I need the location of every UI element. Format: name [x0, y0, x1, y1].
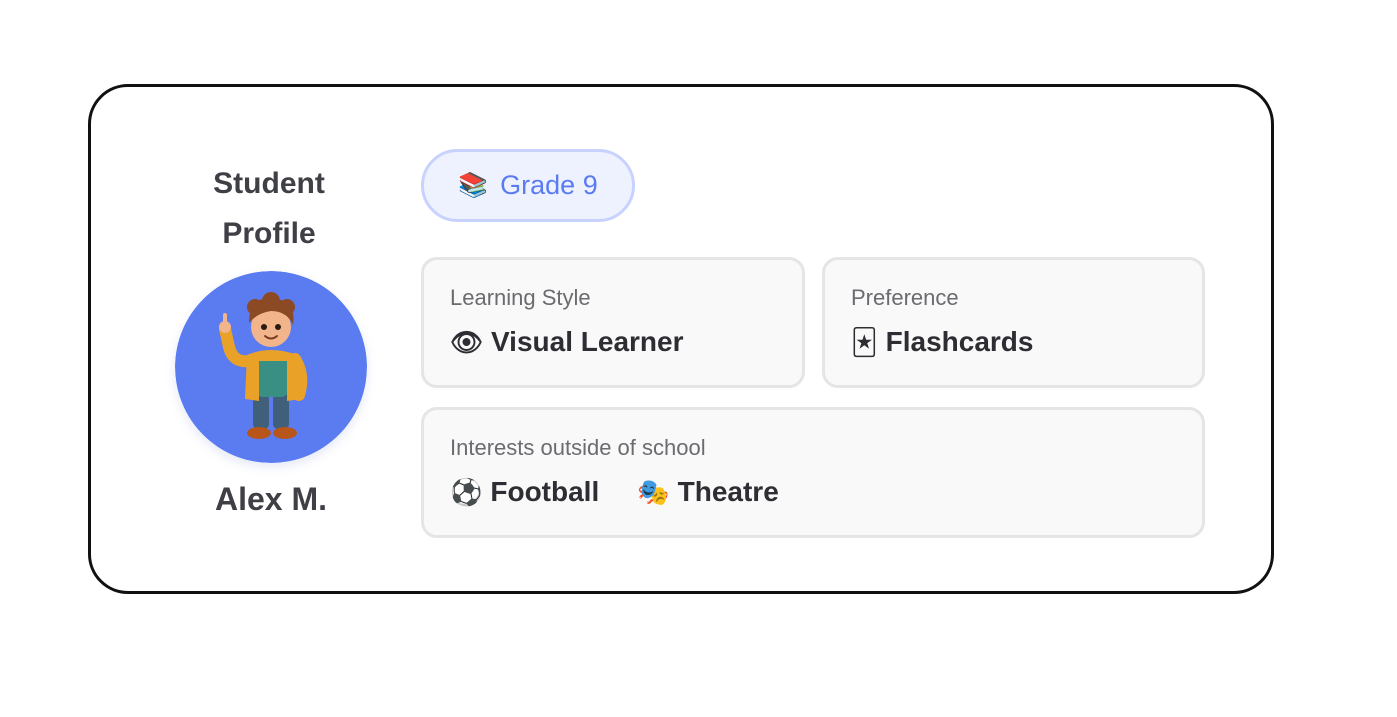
- preference-label: Preference: [851, 285, 959, 310]
- grade-badge: 📚 Grade 9: [421, 149, 635, 222]
- preference-value: Flashcards: [885, 326, 1034, 357]
- learning-style-value: Visual Learner: [491, 326, 684, 357]
- flashcard-icon: 🃏: [851, 327, 878, 357]
- interest-item-football: ⚽ Football: [450, 474, 599, 510]
- avatar: [175, 271, 367, 463]
- interest-item-theatre: 🎭 Theatre: [637, 474, 779, 510]
- preference-value-row: 🃏 Flashcards: [851, 324, 1202, 360]
- eye-icon: 👁: [450, 327, 484, 357]
- interests-card: Interests outside of school ⚽ Football 🎭…: [421, 407, 1205, 538]
- learning-style-label: Learning Style: [450, 285, 591, 310]
- student-avatar-icon: [175, 271, 367, 463]
- profile-title-line2: Profile: [222, 217, 316, 250]
- profile-header: Student Profile: [181, 159, 357, 259]
- grade-label: Grade 9: [500, 170, 598, 200]
- learning-style-value-row: 👁 Visual Learner: [450, 324, 802, 360]
- books-icon: 📚: [458, 172, 489, 199]
- theatre-masks-icon: 🎭: [637, 477, 670, 507]
- interest-label: Football: [490, 476, 600, 507]
- interest-label: Theatre: [677, 476, 779, 507]
- interests-label: Interests outside of school: [450, 435, 706, 460]
- learning-style-card: Learning Style 👁 Visual Learner: [421, 257, 805, 388]
- interests-list: ⚽ Football 🎭 Theatre: [450, 474, 1202, 510]
- student-profile-card: Student Profile Alex M. 📚 Grade 9 Learni…: [88, 84, 1274, 594]
- soccer-ball-icon: ⚽: [450, 477, 483, 507]
- student-name: Alex M.: [214, 481, 328, 517]
- preference-card: Preference 🃏 Flashcards: [822, 257, 1205, 388]
- profile-title-line1: Student: [213, 167, 325, 200]
